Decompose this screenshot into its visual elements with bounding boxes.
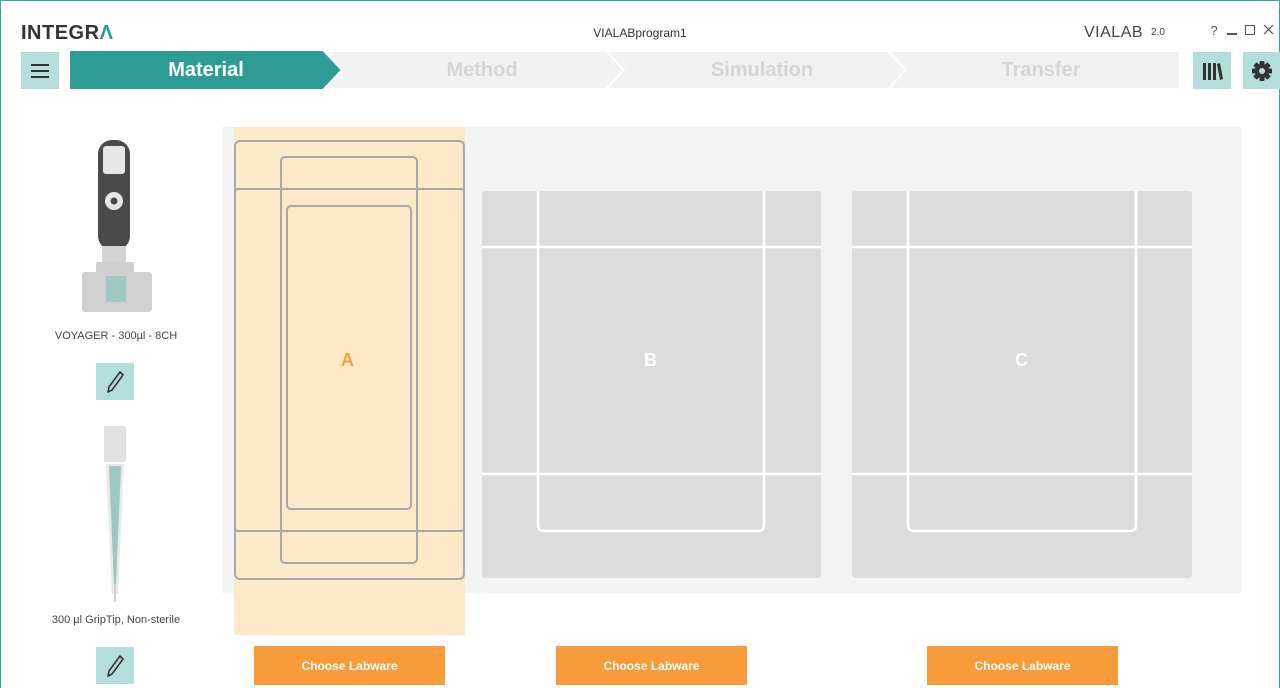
- position-a-label: A: [341, 350, 354, 370]
- minimize-icon: [1227, 32, 1237, 35]
- app-name: VIALAB: [1084, 24, 1144, 41]
- library-icon: [1203, 62, 1223, 80]
- edit-pipette-button[interactable]: [96, 363, 134, 400]
- deck-position-b[interactable]: [482, 191, 821, 578]
- tip-label: 300 µl GripTip, Non-sterile: [51, 614, 181, 626]
- position-b-label: B: [644, 350, 657, 370]
- hamburger-icon: [31, 63, 49, 66]
- choose-labware-b-button[interactable]: Choose Labware: [556, 646, 747, 685]
- window-controls: ?: [1208, 22, 1274, 38]
- app-version: 2.0: [1151, 27, 1165, 38]
- maximize-icon: [1245, 24, 1255, 35]
- choose-labware-c-button[interactable]: Choose Labware: [927, 646, 1118, 685]
- title-bar: INTEGRΛ VIALABprogram1 VIALAB 2.0 ?: [0, 0, 1280, 48]
- pencil-icon: [107, 654, 124, 677]
- gear-icon: [1251, 60, 1272, 81]
- settings-button[interactable]: [1243, 52, 1280, 89]
- pencil-icon: [107, 370, 124, 393]
- tab-transfer[interactable]: Transfer: [902, 51, 1180, 89]
- close-icon: [1263, 24, 1273, 34]
- menu-button[interactable]: [21, 52, 59, 89]
- deck-position-c[interactable]: [852, 191, 1192, 578]
- pipette-image: [82, 140, 152, 312]
- library-button[interactable]: [1193, 52, 1231, 89]
- minimize-button[interactable]: [1226, 23, 1238, 38]
- maximize-button[interactable]: [1244, 23, 1256, 38]
- position-c-label: C: [1015, 350, 1028, 370]
- pipette-label: VOYAGER - 300µl - 8CH: [54, 330, 178, 342]
- hamburger-icon-line: [31, 69, 49, 72]
- tab-material[interactable]: Material: [70, 51, 342, 89]
- close-button[interactable]: [1262, 23, 1274, 38]
- edit-tip-button[interactable]: [96, 647, 134, 684]
- tab-simulation[interactable]: Simulation: [622, 51, 902, 89]
- tip-image: [104, 426, 126, 602]
- workflow-steps: Material Method Simulation Transfer: [70, 51, 1180, 89]
- hamburger-icon-line: [31, 75, 49, 78]
- choose-labware-a-button[interactable]: Choose Labware: [254, 646, 445, 685]
- tab-method[interactable]: Method: [342, 51, 622, 89]
- help-button[interactable]: ?: [1208, 23, 1220, 38]
